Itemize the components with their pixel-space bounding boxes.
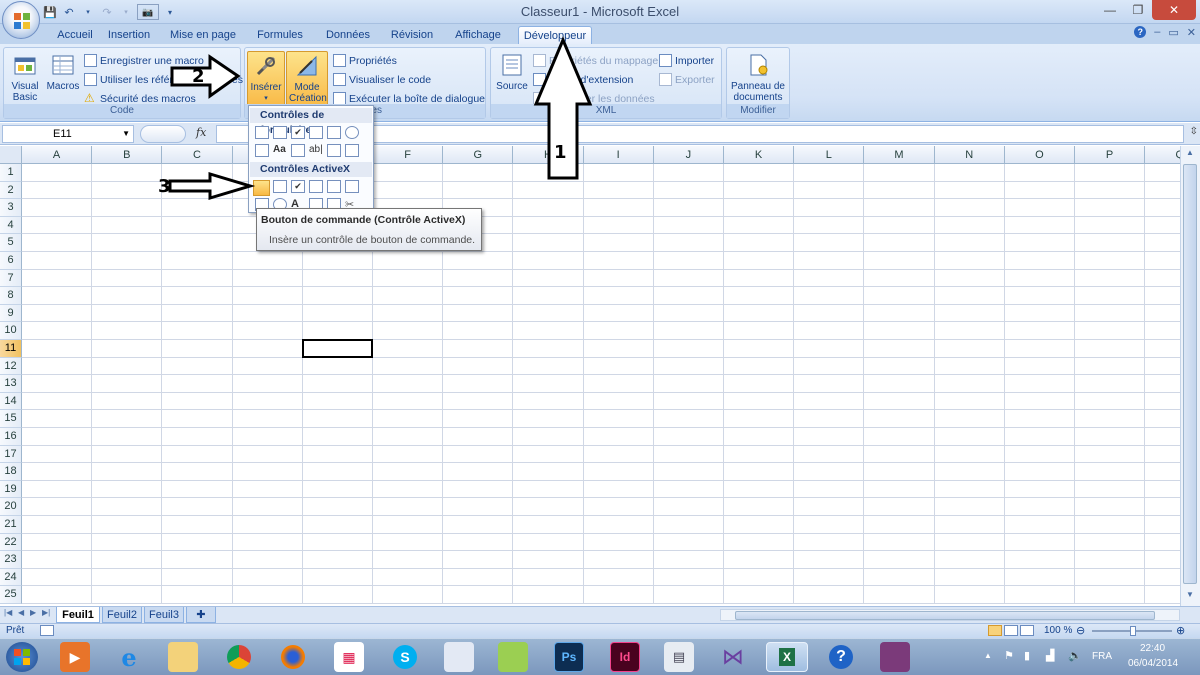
arrow-annotation-2 bbox=[170, 54, 241, 99]
annotation-overlay bbox=[168, 36, 593, 201]
annotation-label-2: 2 bbox=[192, 66, 205, 87]
annotation-label-3: 3 bbox=[158, 176, 171, 197]
excel-window: 💾 ↶ ▾ ↷ ▾ 📷 ▾ Classeur1 - Microsoft Exce… bbox=[0, 0, 1200, 675]
arrow-annotation-3 bbox=[168, 171, 256, 201]
annotation-label-1: 1 bbox=[554, 142, 567, 163]
